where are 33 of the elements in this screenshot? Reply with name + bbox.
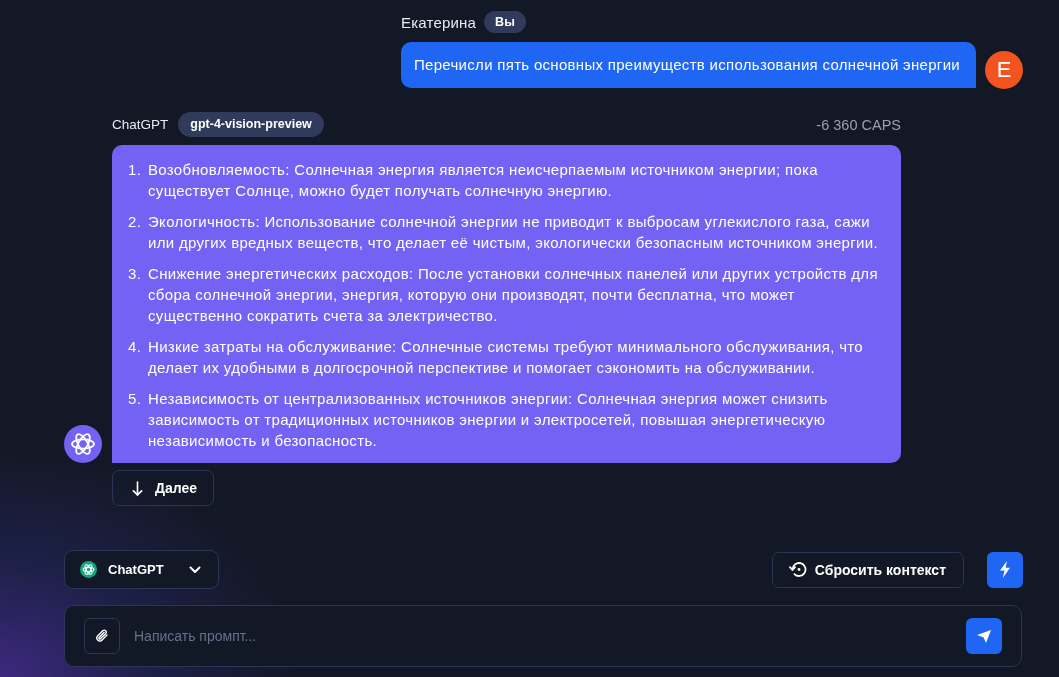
chevron-down-icon [189,565,201,574]
lightning-button[interactable] [987,551,1023,588]
send-button[interactable] [966,618,1002,654]
cost-label: -6 360 CAPS [816,116,901,133]
lightning-icon [999,561,1011,578]
reset-icon [788,561,807,578]
atom-avatar-icon [64,425,102,463]
list-number: 1. [128,160,143,180]
list-item-text: Снижение энергетических расходов: После установки солнечных панелей или других устройств для сбора солнечной энергии, энергия, которую они производят, почти бесплатна, что может существенно сократить счета за электричество. [148,264,879,326]
atom-logo-icon [80,561,97,578]
list-number: 5. [128,389,143,409]
model-selector[interactable]: ChatGPT [64,550,219,589]
list-item-text: Возобновляемость: Солнечная энергия является неисчерпаемым источником энергии; пока существует Солнце, можно будет получать солнечную энергию. [148,160,819,201]
list-item-text: Низкие затраты на обслуживание: Солнечные системы требуют минимального обслуживания, что делает их удобными в долгосрочной перспективе и помогает сэкономить на обслуживании. [148,337,864,378]
user-name: Екатерина [401,13,477,31]
attach-button[interactable] [84,618,120,654]
arrow-down-icon [132,480,143,496]
reset-context-button[interactable]: Сбросить контекст [771,551,964,588]
list-item-text: Независимость от централизованных источников энергии: Солнечная энергия может снизить зависимость от традиционных источников энергии и электросетей, повышая энергетическую независимость и безопасность. [148,389,829,451]
you-badge: Вы [484,11,526,33]
continue-button[interactable]: Далее [112,470,215,506]
paperclip-icon [95,629,109,643]
send-icon [977,629,991,643]
prompt-panel[interactable]: Написать промпт... [64,605,1022,667]
user-message-bubble: Перечисли пять основных преимуществ использования солнечной энергии [401,42,976,88]
list-number: 4. [128,337,143,357]
assistant-name: ChatGPT [112,117,169,132]
user-avatar: Е [985,51,1023,89]
prompt-input[interactable]: Написать промпт... [134,621,952,651]
model-badge: gpt-4-vision-preview [178,112,324,137]
list-number: 2. [128,212,143,232]
list-item-text: Экологичность: Использование солнечной энергии не приводит к выбросам углекислого газа, сажи или других вредных веществ, что делает её чистым, экологически безопасным источником энергии. [148,212,879,253]
list-number: 3. [128,264,143,284]
